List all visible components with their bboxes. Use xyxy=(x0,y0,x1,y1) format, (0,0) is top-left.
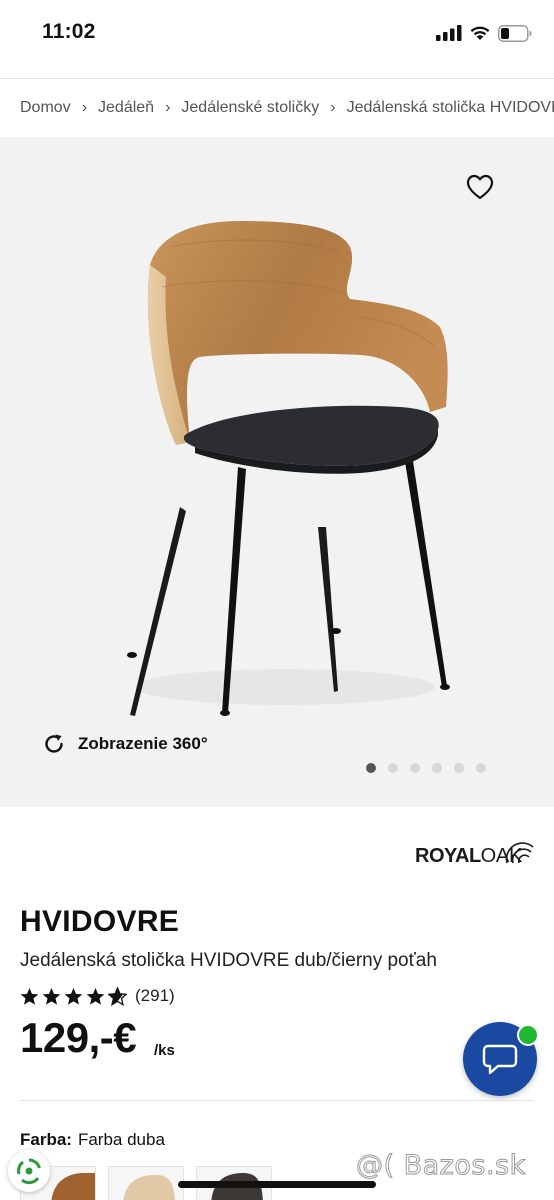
product-description: Jedálenská stolička HVIDOVRE dub/čierny … xyxy=(20,950,437,971)
color-swatch-natural[interactable] xyxy=(108,1166,184,1200)
gallery-dot[interactable] xyxy=(454,763,464,773)
status-icons xyxy=(436,22,532,44)
star-icon xyxy=(86,987,105,1005)
price-unit: /ks xyxy=(154,1042,175,1059)
rotate-icon xyxy=(45,734,63,753)
color-selection: Farba: Farba duba xyxy=(20,1130,165,1150)
star-icon xyxy=(20,987,39,1005)
breadcrumb-item-domov[interactable]: Domov xyxy=(20,99,71,117)
color-value: Farba duba xyxy=(77,1130,165,1149)
cellular-signal-icon xyxy=(436,25,462,41)
swatch-thumbnail xyxy=(123,1175,175,1200)
chair-image xyxy=(127,221,450,716)
section-divider xyxy=(20,1100,534,1101)
gallery-pagination xyxy=(366,763,486,773)
breadcrumb-separator: › xyxy=(330,99,336,116)
breadcrumb-separator: › xyxy=(165,99,171,116)
wifi-icon xyxy=(470,26,490,40)
gallery-dot[interactable] xyxy=(410,763,420,773)
recycle-icon xyxy=(17,1158,41,1185)
breadcrumb-bar: Domov › Jedáleň › Jedálenské stoličky › … xyxy=(0,78,554,136)
battery-icon xyxy=(498,24,532,42)
gallery-dot[interactable] xyxy=(366,763,376,773)
watermark: @( Bazos.sk xyxy=(356,1150,526,1182)
view-360-button[interactable]: Zobrazenie 360° xyxy=(42,732,208,756)
brand-logo-part1: ROYAL xyxy=(415,845,481,867)
gallery-dot[interactable] xyxy=(388,763,398,773)
product-rating[interactable]: (291) xyxy=(20,986,175,1006)
breadcrumb-item-jedalenske-stolicky[interactable]: Jedálenské stoličky xyxy=(181,99,319,117)
breadcrumb-item-current: Jedálenská stolička HVIDOVRE dub/čierny … xyxy=(346,99,554,116)
gallery-dot[interactable] xyxy=(476,763,486,773)
product-price: 129,-€ xyxy=(20,1014,137,1061)
chat-online-indicator xyxy=(517,1024,539,1046)
home-indicator xyxy=(178,1181,376,1188)
status-bar: 11:02 xyxy=(0,0,554,66)
color-label: Farba: xyxy=(20,1130,72,1149)
review-count: (291) xyxy=(135,986,175,1005)
breadcrumb-separator: › xyxy=(81,99,88,116)
star-icon xyxy=(42,987,61,1005)
breadcrumb-item-jedalen[interactable]: Jedáleň xyxy=(98,99,154,117)
gallery-dot[interactable] xyxy=(432,763,442,773)
brand-logo[interactable]: ROYAL OAK xyxy=(415,842,534,868)
heart-icon[interactable] xyxy=(466,174,494,200)
breadcrumb: Domov › Jedáleň › Jedálenské stoličky › … xyxy=(20,99,554,117)
status-time: 11:02 xyxy=(42,20,96,43)
view-360-label: Zobrazenie 360° xyxy=(78,734,208,753)
star-half-icon xyxy=(108,986,127,1006)
brand-mark-icon xyxy=(505,842,534,864)
star-icon xyxy=(64,987,83,1005)
rating-stars xyxy=(20,986,127,1006)
product-name: HVIDOVRE xyxy=(20,905,180,938)
recycle-badge[interactable] xyxy=(8,1150,50,1192)
product-gallery[interactable]: Zobrazenie 360° xyxy=(0,137,554,807)
chat-bubble-icon xyxy=(482,1044,518,1075)
